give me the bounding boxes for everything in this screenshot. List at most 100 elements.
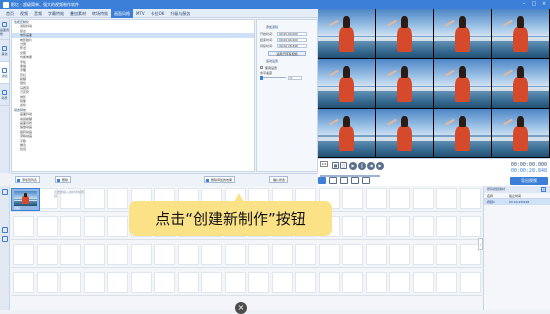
timeline-cell[interactable] xyxy=(436,216,457,237)
menu-transition[interactable]: 转场特效 xyxy=(89,9,111,18)
forward-icon[interactable]: ▶ xyxy=(376,162,384,170)
speed-slider[interactable] xyxy=(260,75,286,80)
timeline-cell[interactable] xyxy=(389,272,410,293)
timeline-cell[interactable] xyxy=(295,244,316,265)
loop-icon[interactable]: ◻ xyxy=(340,162,347,169)
timeline-cell[interactable] xyxy=(248,244,269,265)
menu-video[interactable]: 视频 xyxy=(17,9,31,18)
fullscreen-icon[interactable] xyxy=(362,177,370,184)
timeline-cell[interactable] xyxy=(107,216,128,237)
timeline-cell[interactable] xyxy=(271,244,293,265)
folder-icon[interactable] xyxy=(329,177,337,184)
rail-item-beautify[interactable]: 美化 xyxy=(0,40,9,62)
remove-all-effects-button[interactable]: 删除添加的效果 xyxy=(204,176,236,183)
menu-overlay[interactable]: 叠加素材 xyxy=(67,9,89,18)
export-video-button[interactable]: 导出视频 xyxy=(510,177,548,185)
rewind-icon[interactable]: ◀ xyxy=(367,162,375,170)
rail-item-filter[interactable]: 滤镜 xyxy=(0,62,9,84)
timeline-cell[interactable] xyxy=(436,272,457,293)
timeline-cell[interactable] xyxy=(13,272,34,293)
media-list-item[interactable]: 视频1 00:00:28.848 xyxy=(484,199,550,205)
menu-subtitle[interactable]: 字幕特效 xyxy=(45,9,67,18)
timeline-cell[interactable] xyxy=(154,244,175,265)
timeline-cell[interactable] xyxy=(36,216,58,237)
menu-style[interactable]: 画面风格 xyxy=(111,8,133,18)
timeline-cell[interactable] xyxy=(107,244,128,265)
menu-audio[interactable]: 音频 xyxy=(31,9,45,18)
video-track-icon[interactable] xyxy=(2,189,8,195)
timeline-cell[interactable] xyxy=(459,216,481,237)
video-preview[interactable] xyxy=(318,9,550,158)
timeline-cell[interactable] xyxy=(318,244,340,265)
add-media-icon[interactable]: + xyxy=(541,187,546,192)
timeline-cell[interactable] xyxy=(248,272,269,293)
timeline-track[interactable] xyxy=(11,270,482,296)
timeline-cell[interactable] xyxy=(412,188,434,209)
play-icon[interactable]: ▶ xyxy=(349,162,357,170)
close-window-icon[interactable]: × xyxy=(540,1,548,7)
maximize-icon[interactable]: □ xyxy=(530,1,538,7)
timeline-cell[interactable] xyxy=(13,216,34,237)
effect-list-item[interactable]: 拉远 xyxy=(12,147,254,151)
timeline-cell[interactable] xyxy=(318,272,340,293)
save-icon[interactable] xyxy=(340,177,348,184)
timeline-cell[interactable] xyxy=(295,272,316,293)
timeline-cell[interactable] xyxy=(83,188,105,209)
apply-all-button[interactable]: 适用于所有视频 xyxy=(268,51,306,56)
minimize-icon[interactable]: – xyxy=(520,1,528,7)
timeline-cell[interactable] xyxy=(130,272,152,293)
timeline-cell[interactable] xyxy=(342,244,363,265)
timeline-track[interactable] xyxy=(11,242,482,268)
timeline-cell[interactable] xyxy=(107,188,128,209)
timeline-cell[interactable] xyxy=(365,244,387,265)
timeline-cell[interactable] xyxy=(389,244,410,265)
timeline-cell[interactable] xyxy=(412,244,434,265)
subtitle-track-icon[interactable] xyxy=(2,236,8,242)
timeline-cell[interactable] xyxy=(201,272,222,293)
rail-item-adjust[interactable]: 画面调整 xyxy=(0,18,9,40)
settings-gear-icon[interactable] xyxy=(318,177,326,184)
timeline-cell[interactable] xyxy=(13,244,34,265)
timeline-cell[interactable] xyxy=(83,272,105,293)
rail-item-motion[interactable]: 动景 xyxy=(0,84,9,106)
start-time-field[interactable]: 00:00:00.000 xyxy=(277,31,307,36)
timeline-cell[interactable] xyxy=(83,244,105,265)
delete-button[interactable]: 删除 xyxy=(55,176,72,183)
video-clip[interactable]: 视频 xyxy=(11,188,40,211)
effect-list[interactable]: 性能定制化 滤镜抖动 复古 电影画面 电影胶片 分屏 怀旧 光照 均衡效果 手绘 素描 浮雕 霓虹 模糊锐… xyxy=(11,19,255,172)
confirm-button[interactable]: 确认修改 xyxy=(269,176,289,183)
audio-track-icon[interactable] xyxy=(2,227,8,233)
speed-value-field[interactable]: 0 xyxy=(288,75,302,80)
timeline-cell[interactable] xyxy=(60,244,81,265)
pause-icon[interactable]: ‖ xyxy=(358,162,366,170)
snapshot-icon[interactable] xyxy=(351,177,359,184)
timeline-cell[interactable] xyxy=(36,244,58,265)
timeline-cell[interactable] xyxy=(342,272,363,293)
duration-field[interactable]: 00:00:28.848 xyxy=(277,43,307,48)
timeline-cell[interactable] xyxy=(459,188,481,209)
timeline-cell[interactable] xyxy=(412,272,434,293)
timeline-cell[interactable] xyxy=(436,244,457,265)
timeline-cell[interactable] xyxy=(389,188,410,209)
timeline-cell[interactable] xyxy=(36,272,58,293)
close-tip-icon[interactable]: × xyxy=(235,302,247,314)
timeline-cell[interactable] xyxy=(154,272,175,293)
timeline-cell[interactable] xyxy=(389,216,410,237)
timeline-cell[interactable] xyxy=(60,272,81,293)
timeline-cell[interactable] xyxy=(107,272,128,293)
timeline-cell[interactable] xyxy=(365,272,387,293)
timeline-cell[interactable] xyxy=(436,188,457,209)
add-to-list-button[interactable]: 添加到列表 xyxy=(15,176,41,183)
timeline-cell[interactable] xyxy=(224,244,246,265)
timeline-cell[interactable] xyxy=(83,216,105,237)
end-time-field[interactable]: 00:00:00.000 xyxy=(277,37,307,42)
timeline-cell[interactable] xyxy=(271,272,293,293)
timeline-cell[interactable] xyxy=(459,272,481,293)
menu-karaoke[interactable]: 卡拉OK xyxy=(148,9,168,18)
menu-upgrade[interactable]: 升级与服务 xyxy=(167,9,193,18)
timeline-cell[interactable] xyxy=(201,244,222,265)
timeline-cell[interactable] xyxy=(412,216,434,237)
timeline-cell[interactable] xyxy=(342,188,363,209)
timeline-cell[interactable] xyxy=(177,272,199,293)
timeline-cell[interactable] xyxy=(177,244,199,265)
